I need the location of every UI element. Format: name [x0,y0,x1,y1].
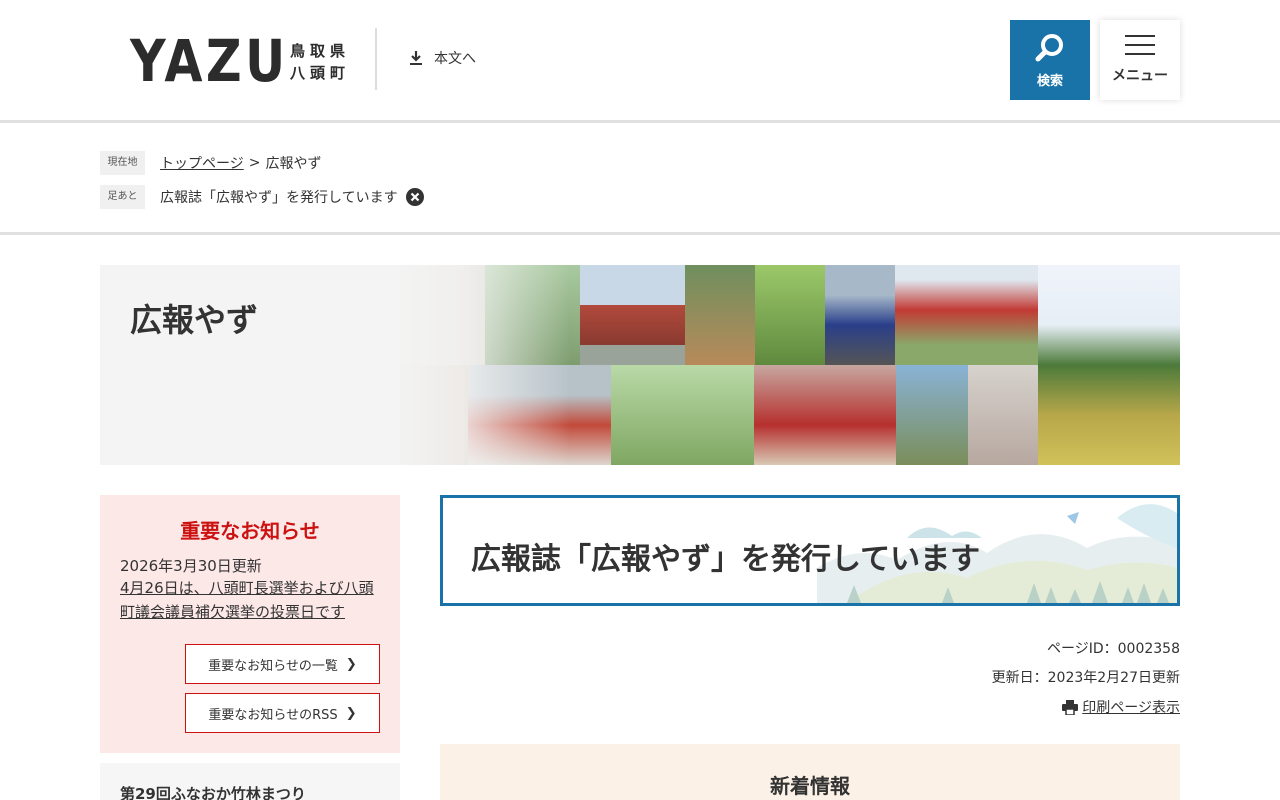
skip-link-label: 本文へ [434,51,476,67]
notice-rss-label: 重要なお知らせのRSS [208,707,338,723]
event-link[interactable]: 第29回ふなおか竹林まつり [120,783,306,800]
site-header: YAZU 鳥取県 八頭町 本文へ 検索 メニュー [0,0,1280,120]
search-label: 検索 [1036,73,1063,89]
close-icon[interactable] [405,188,424,206]
chevron-right-icon: ❯ [345,705,357,721]
notice-link[interactable]: 4月26日は、八頭町長選挙および八頭町議会議員補欠選挙の投票日です [120,576,385,624]
notice-list-button[interactable]: 重要なお知らせの一覧 ❯ [185,644,380,684]
page-heading-box: 広報誌「広報やず」を発行しています [440,495,1180,606]
print-label: 印刷ページ表示 [1082,700,1180,716]
skip-to-content-link[interactable]: 本文へ [408,48,476,68]
history-tag: 足あと [100,185,145,209]
breadcrumb-border [0,232,1280,235]
important-notice-panel: 重要なお知らせ 2026年3月30日更新 4月26日は、八頭町長選挙および八頭町… [100,495,400,753]
print-page-link[interactable]: 印刷ページ表示 [1062,697,1180,717]
menu-label: メニュー [1112,68,1168,84]
breadcrumb-current: 広報やず [265,156,322,172]
logo-pref-line1: 鳥取県 [290,42,351,60]
hero-title: 広報やず [130,301,259,339]
breadcrumb-area: 現在地 トップページ > 広報やず 足あと 広報誌「広報やず」を発行しています [0,123,1280,233]
news-section: 新着情報 [440,744,1180,800]
logo-text: YAZU [130,27,289,95]
history-trail: 足あと 広報誌「広報やず」を発行しています [100,185,424,209]
site-logo[interactable]: YAZU 鳥取県 八頭町 [130,27,345,95]
breadcrumb: 現在地 トップページ > 広報やず [100,151,321,175]
hero-fade [390,265,570,465]
sidebar-event-box: 第29回ふなおか竹林まつり [100,763,400,800]
hamburger-icon [1125,35,1155,55]
header-divider [375,28,377,90]
breadcrumb-top-link[interactable]: トップページ [160,153,244,173]
page-title: 広報誌「広報やず」を発行しています [471,542,981,577]
chevron-right-icon: ❯ [345,656,357,672]
notice-list-label: 重要なお知らせの一覧 [208,658,338,674]
breadcrumb-separator: > [248,155,261,171]
search-icon [1035,33,1063,61]
search-button[interactable]: 検索 [1010,20,1090,100]
history-item[interactable]: 広報誌「広報やず」を発行しています [160,187,398,207]
printer-icon [1062,699,1079,715]
notice-date: 2026年3月30日更新 [120,557,262,575]
logo-pref-line2: 八頭町 [290,64,351,82]
updated-date: 更新日：2023年2月27日更新 [991,670,1180,686]
news-title: 新着情報 [770,774,850,798]
logo-prefecture: 鳥取県 八頭町 [290,40,360,84]
download-icon [410,51,422,65]
notice-title: 重要なお知らせ [180,519,320,543]
menu-button[interactable]: メニュー [1100,20,1180,100]
page-id: ページID：0002358 [1047,641,1180,657]
notice-rss-button[interactable]: 重要なお知らせのRSS ❯ [185,693,380,733]
current-location-tag: 現在地 [100,151,145,175]
hero-banner: 広報やず [100,265,1180,465]
